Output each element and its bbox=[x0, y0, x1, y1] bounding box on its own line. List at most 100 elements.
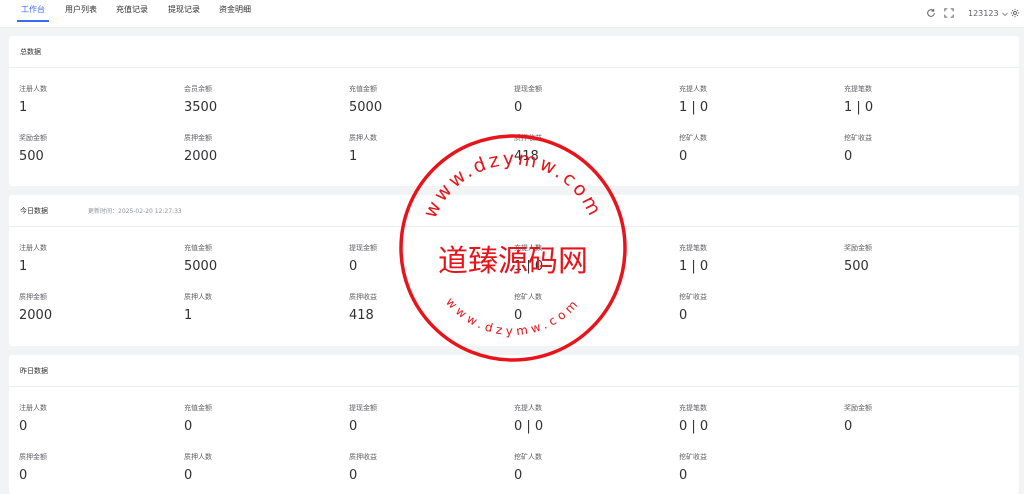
stat-value: 0 bbox=[19, 468, 28, 483]
stat-label: 挖矿收益 bbox=[679, 453, 707, 461]
stat-item: 提现金额 0 bbox=[349, 403, 499, 435]
stat-item: 充提笔数 1 | 0 bbox=[679, 243, 829, 275]
stat-label: 挖矿人数 bbox=[514, 293, 542, 301]
stat-label: 注册人数 bbox=[19, 404, 47, 412]
today-data-card: 今日数据 更新时间：2025-02-20 12:27:33 注册人数 1 充值金额… bbox=[9, 195, 1019, 346]
stat-item: 质押人数 1 bbox=[184, 292, 334, 324]
stat-value: 418 bbox=[514, 149, 539, 164]
stat-item: 奖励金额 0 bbox=[844, 403, 994, 435]
stat-item: 质押人数 1 bbox=[349, 133, 499, 165]
stat-value: 0 bbox=[844, 149, 853, 164]
stat-item: 充值金额 5000 bbox=[349, 84, 499, 116]
stat-value: 1 | 0 bbox=[679, 100, 709, 115]
stat-value: 0 bbox=[184, 468, 193, 483]
stat-item: 挖矿人数 0 bbox=[679, 133, 829, 165]
stat-value: 0 bbox=[679, 149, 688, 164]
stat-item: 提现金额 0 bbox=[514, 84, 664, 116]
stat-label: 提现金额 bbox=[514, 85, 542, 93]
card-header: 今日数据 更新时间：2025-02-20 12:27:33 bbox=[9, 195, 1019, 227]
stat-value: 0 bbox=[19, 419, 28, 434]
stat-value: 3500 bbox=[184, 100, 218, 115]
stat-value: 1 | 0 bbox=[514, 259, 544, 274]
stat-label: 充值金额 bbox=[184, 404, 212, 412]
tab-user-list[interactable]: 用户列表 bbox=[65, 0, 97, 28]
stat-item: 注册人数 0 bbox=[19, 403, 169, 435]
stat-label: 充提笔数 bbox=[844, 85, 872, 93]
stat-label: 提现金额 bbox=[349, 244, 377, 252]
stat-item: 挖矿收益 0 bbox=[679, 452, 829, 484]
stat-value: 0 bbox=[514, 100, 523, 115]
stat-value: 1 bbox=[349, 149, 358, 164]
stat-item: 充提人数 1 | 0 bbox=[679, 84, 829, 116]
stat-label: 注册人数 bbox=[19, 85, 47, 93]
tab-fund-details[interactable]: 资金明细 bbox=[219, 0, 251, 28]
stat-item: 挖矿收益 0 bbox=[679, 292, 829, 324]
stat-item: 提现金额 0 bbox=[349, 243, 499, 275]
refresh-icon[interactable] bbox=[926, 8, 936, 18]
stat-value: 0 bbox=[349, 468, 358, 483]
stat-label: 质押人数 bbox=[349, 134, 377, 142]
stat-item: 质押收益 0 bbox=[349, 452, 499, 484]
stat-value: 1 bbox=[19, 100, 28, 115]
stat-item: 质押金额 2000 bbox=[19, 292, 169, 324]
stat-value: 0 bbox=[514, 308, 523, 323]
stat-label: 质押人数 bbox=[184, 293, 212, 301]
stat-item: 质押金额 2000 bbox=[184, 133, 334, 165]
tab-recharge-records[interactable]: 充值记录 bbox=[116, 0, 148, 28]
card-title: 今日数据 bbox=[20, 207, 48, 215]
stat-value: 0 bbox=[679, 468, 688, 483]
stat-value: 1 | 0 bbox=[844, 100, 874, 115]
stat-value: 0 | 0 bbox=[679, 419, 709, 434]
gear-icon[interactable] bbox=[1010, 8, 1020, 18]
stat-label: 充提人数 bbox=[679, 85, 707, 93]
stat-label: 提现金额 bbox=[349, 404, 377, 412]
stat-label: 会员余额 bbox=[184, 85, 212, 93]
stat-label: 挖矿人数 bbox=[514, 453, 542, 461]
stat-value: 500 bbox=[19, 149, 44, 164]
stat-label: 充提人数 bbox=[514, 244, 542, 252]
tab-workbench[interactable]: 工作台 bbox=[17, 0, 49, 28]
stat-item: 充提笔数 0 | 0 bbox=[679, 403, 829, 435]
stat-label: 充值金额 bbox=[349, 85, 377, 93]
stat-label: 注册人数 bbox=[19, 244, 47, 252]
stat-label: 充提人数 bbox=[514, 404, 542, 412]
stat-label: 奖励金额 bbox=[844, 404, 872, 412]
stat-label: 充提笔数 bbox=[679, 404, 707, 412]
stat-label: 质押金额 bbox=[184, 134, 212, 142]
stat-item: 质押人数 0 bbox=[184, 452, 334, 484]
stat-label: 挖矿收益 bbox=[679, 293, 707, 301]
stat-value: 2000 bbox=[19, 308, 53, 323]
stat-value: 0 bbox=[679, 308, 688, 323]
yesterday-data-card: 昨日数据 注册人数 0 充值金额 0 提现金额 0 充提人数 0 | 0 充提笔数 0 |… bbox=[9, 355, 1019, 494]
stat-value: 5000 bbox=[184, 259, 218, 274]
stat-value: 0 bbox=[514, 468, 523, 483]
stat-label: 质押收益 bbox=[514, 134, 542, 142]
stat-item: 质押金额 0 bbox=[19, 452, 169, 484]
stat-item: 质押收益 418 bbox=[349, 292, 499, 324]
stat-label: 挖矿人数 bbox=[679, 134, 707, 142]
stat-value: 5000 bbox=[349, 100, 383, 115]
stat-label: 质押收益 bbox=[349, 453, 377, 461]
stat-item: 挖矿收益 0 bbox=[844, 133, 994, 165]
card-header: 总数据 bbox=[9, 36, 1019, 68]
stat-value: 500 bbox=[844, 259, 869, 274]
top-bar: 工作台 用户列表 充值记录 提现记录 资金明细 123123 bbox=[0, 0, 1024, 28]
user-menu[interactable]: 123123 bbox=[968, 8, 1009, 19]
tab-withdraw-records[interactable]: 提现记录 bbox=[168, 0, 200, 28]
stat-label: 挖矿收益 bbox=[844, 134, 872, 142]
stat-label: 质押金额 bbox=[19, 293, 47, 301]
chevron-down-icon bbox=[1001, 10, 1009, 18]
stat-item: 挖矿人数 0 bbox=[514, 452, 664, 484]
stat-item: 注册人数 1 bbox=[19, 243, 169, 275]
stat-value: 0 bbox=[349, 419, 358, 434]
stat-value: 0 bbox=[844, 419, 853, 434]
stat-item: 会员余额 3500 bbox=[184, 84, 334, 116]
stat-label: 质押金额 bbox=[19, 453, 47, 461]
stat-item: 充提人数 1 | 0 bbox=[514, 243, 664, 275]
stat-value: 1 | 0 bbox=[679, 259, 709, 274]
stat-item: 充值金额 5000 bbox=[184, 243, 334, 275]
stat-label: 奖励金额 bbox=[844, 244, 872, 252]
stat-value: 0 bbox=[349, 259, 358, 274]
fullscreen-icon[interactable] bbox=[944, 8, 954, 18]
stat-item: 充提人数 0 | 0 bbox=[514, 403, 664, 435]
